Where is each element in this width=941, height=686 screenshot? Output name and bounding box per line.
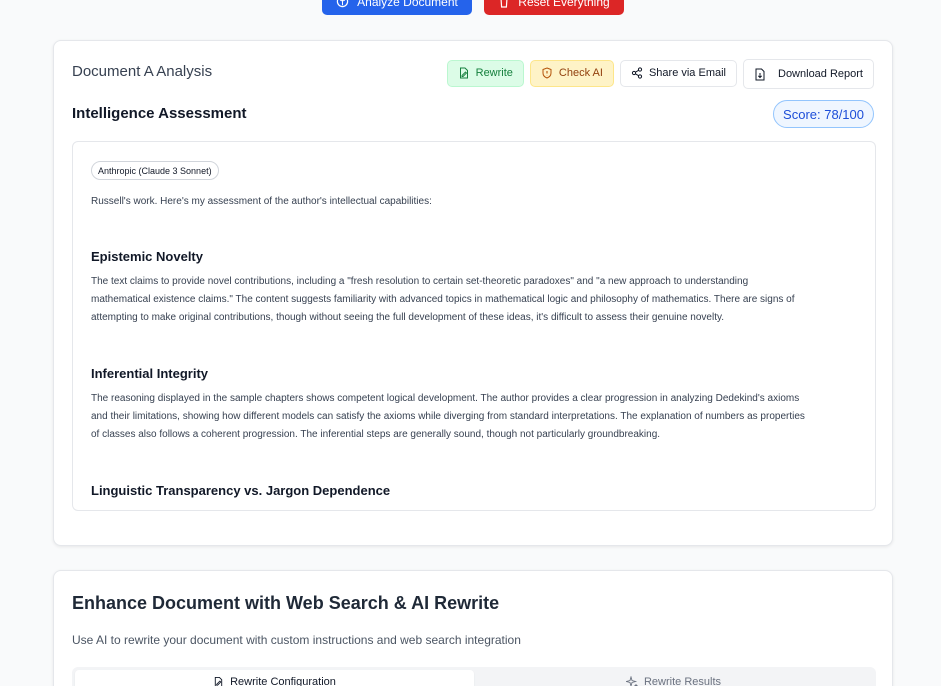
- paragraph-line: of classes also follows a coherent progr…: [91, 429, 661, 440]
- analyze-document-button[interactable]: Analyze Document: [322, 0, 472, 15]
- document-analysis-card: Document A Analysis Rewrite Check AI Sha…: [53, 40, 893, 546]
- check-ai-label: Check AI: [558, 67, 603, 79]
- download-report-label: Download Report: [778, 68, 863, 80]
- file-edit-icon: [213, 676, 224, 686]
- file-download-icon: [754, 68, 766, 81]
- check-ai-button[interactable]: Check AI: [529, 59, 614, 87]
- analysis-intro: Russell's work. Here's my assessment of …: [91, 196, 432, 207]
- paragraph-line: attempting to make original contribution…: [91, 312, 725, 323]
- brain-icon: [336, 0, 349, 8]
- document-toolbar: Rewrite Check AI Share via Email Downloa…: [446, 57, 874, 89]
- analyze-document-label: Analyze Document: [357, 0, 458, 9]
- section-paragraph: The text claims to provide novel contrib…: [91, 273, 851, 327]
- paragraph-line: The text claims to provide novel contrib…: [91, 276, 749, 287]
- download-report-button[interactable]: Download Report: [743, 59, 874, 89]
- paragraph-line: mathematical existence claims." The cont…: [91, 294, 795, 305]
- file-edit-icon: [458, 67, 470, 79]
- intelligence-assessment-title: Intelligence Assessment: [72, 105, 247, 122]
- enhance-title: Enhance Document with Web Search & AI Re…: [72, 593, 500, 613]
- page: Analyze Document Reset Everything Docume…: [0, 0, 941, 686]
- section-heading: Epistemic Novelty: [91, 249, 203, 264]
- score-badge: Score: 78/100: [773, 100, 874, 128]
- shield-icon: [541, 67, 553, 79]
- enhance-document-card: Enhance Document with Web Search & AI Re…: [53, 570, 893, 686]
- sparkles-icon: [625, 676, 638, 686]
- rewrite-tabs: Rewrite Configuration Rewrite Results: [72, 667, 876, 686]
- share-email-label: Share via Email: [648, 67, 726, 79]
- model-tag: Anthropic (Claude 3 Sonnet): [91, 161, 219, 180]
- section-heading: Inferential Integrity: [91, 366, 209, 381]
- section-paragraph: The reasoning displayed in the sample ch…: [91, 390, 851, 444]
- top-actions: Analyze Document Reset Everything: [322, 0, 624, 15]
- rewrite-button[interactable]: Rewrite: [446, 59, 524, 87]
- analysis-content[interactable]: Anthropic (Claude 3 Sonnet) Russell's wo…: [72, 141, 876, 511]
- tab-rewrite-configuration[interactable]: Rewrite Configuration: [75, 670, 474, 686]
- enhance-subtitle: Use AI to rewrite your document with cus…: [72, 633, 521, 647]
- share-email-button[interactable]: Share via Email: [619, 59, 737, 87]
- document-title: Document A Analysis: [72, 63, 213, 80]
- share-icon: [631, 67, 643, 79]
- paragraph-line: The reasoning displayed in the sample ch…: [91, 393, 800, 404]
- trash-icon: [498, 0, 510, 8]
- reset-everything-button[interactable]: Reset Everything: [484, 0, 624, 15]
- tab-label: Rewrite Results: [643, 676, 722, 686]
- tab-rewrite-results[interactable]: Rewrite Results: [474, 670, 873, 686]
- tab-label: Rewrite Configuration: [230, 676, 336, 686]
- section-heading: Linguistic Transparency vs. Jargon Depen…: [91, 483, 391, 498]
- paragraph-line: and their limitations, showing how diffe…: [91, 411, 805, 422]
- rewrite-label: Rewrite: [475, 67, 513, 79]
- reset-everything-label: Reset Everything: [518, 0, 610, 9]
